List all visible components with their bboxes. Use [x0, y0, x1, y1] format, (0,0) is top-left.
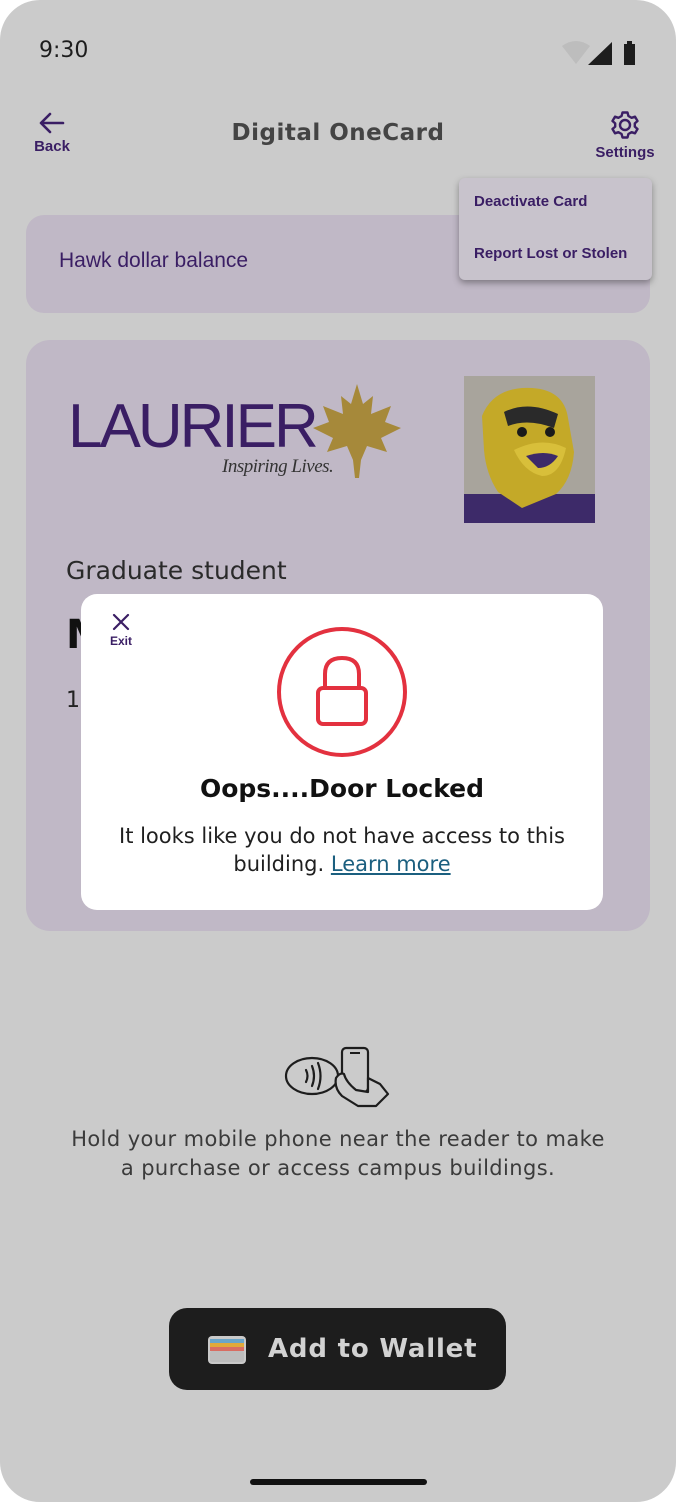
gear-icon: [611, 111, 639, 139]
profile-photo: [464, 376, 595, 523]
cellular-icon: [588, 42, 612, 65]
page-title: Digital OneCard: [231, 120, 445, 146]
menu-item-deactivate-card[interactable]: Deactivate Card: [474, 193, 587, 210]
home-indicator[interactable]: [250, 1479, 427, 1485]
role-text: Graduate student: [66, 556, 287, 585]
learn-more-link[interactable]: Learn more: [331, 852, 451, 876]
menu-item-report-lost[interactable]: Report Lost or Stolen: [474, 245, 627, 262]
student-id: 1: [66, 688, 80, 713]
wallet-icon: [208, 1336, 246, 1364]
close-icon: [112, 613, 130, 631]
door-locked-dialog: Exit Oops....Door Locked It looks like y…: [81, 594, 603, 910]
wifi-icon: [562, 41, 590, 64]
add-to-wallet-button[interactable]: Add to Wallet: [169, 1308, 506, 1390]
logo-tagline: Inspiring Lives.: [222, 456, 334, 477]
settings-menu: Deactivate Card Report Lost or Stolen: [459, 178, 652, 280]
dialog-message: It looks like you do not have access to …: [81, 822, 603, 878]
add-to-wallet-label: Add to Wallet: [268, 1334, 478, 1364]
exit-label: Exit: [109, 634, 132, 648]
laurier-logo-text: LAURIER: [68, 392, 319, 461]
exit-button[interactable]: Exit: [99, 612, 143, 658]
settings-label: Settings: [595, 144, 655, 161]
battery-icon: [624, 44, 635, 65]
tap-hint-text: Hold your mobile phone near the reader t…: [0, 1125, 676, 1183]
dialog-title: Oops....Door Locked: [199, 774, 485, 803]
tap-hint-line-1: Hold your mobile phone near the reader t…: [71, 1127, 605, 1151]
lock-icon: [277, 627, 407, 757]
tap-to-pay-icon: [284, 1046, 390, 1108]
phone-screen: 9:30 Back Digital OneCard Settings Hawk …: [0, 0, 676, 1502]
balance-label: Hawk dollar balance: [59, 249, 249, 272]
settings-button[interactable]: Settings: [586, 108, 664, 168]
status-icons: [562, 41, 635, 65]
status-time: 9:30: [39, 38, 89, 63]
tap-hint-line-2: a purchase or access campus buildings.: [120, 1156, 556, 1180]
